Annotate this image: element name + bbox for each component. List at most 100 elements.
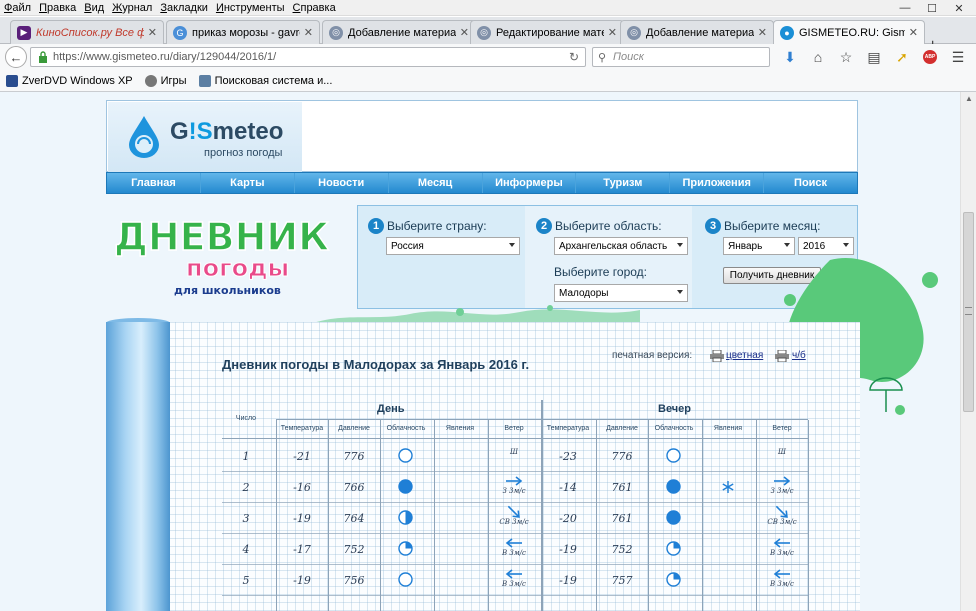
row-date: 4 xyxy=(242,543,250,556)
print-bw-link[interactable]: ч/б xyxy=(792,350,806,361)
search-input[interactable]: ⚲ Поиск xyxy=(592,47,770,67)
nav-news[interactable]: Новости xyxy=(295,173,389,193)
reading-list-icon[interactable]: ▤ xyxy=(862,47,886,67)
print-version-label: печатная версия: xyxy=(612,350,693,361)
search-placeholder: Поиск xyxy=(613,51,644,63)
table-line xyxy=(434,420,435,611)
tab-edit-material[interactable]: ◎ Редактирование матери... ✕ xyxy=(470,20,624,44)
download-icon[interactable]: ⬇ xyxy=(778,47,802,67)
temperature-value: -23 xyxy=(559,450,577,463)
close-tab-icon[interactable]: ✕ xyxy=(304,26,313,39)
pressure-value: 766 xyxy=(343,481,365,494)
bookmark-zverdvd[interactable]: ZverDVD Windows XP xyxy=(6,74,133,87)
close-tab-icon[interactable]: ✕ xyxy=(460,26,469,39)
logo-part: meteo xyxy=(212,118,284,145)
close-icon[interactable]: ✕ xyxy=(946,1,972,15)
menu-file[interactable]: Файл xyxy=(4,2,31,14)
zverdvd-icon xyxy=(6,74,18,87)
table-line xyxy=(648,420,649,611)
temperature-value: -14 xyxy=(559,481,577,494)
home-icon[interactable]: ⌂ xyxy=(806,47,830,67)
snow-icon xyxy=(721,480,736,495)
temperature-value: -19 xyxy=(293,574,311,587)
tab-strip: ▶ КиноСписок.ру Все фил... ✕ G приказ мо… xyxy=(0,17,976,54)
water-drop-icon xyxy=(129,116,159,158)
menu-edit[interactable]: Правка xyxy=(39,2,76,14)
back-button[interactable]: ← xyxy=(5,46,27,68)
step-label: Выберите область: xyxy=(555,219,662,233)
tab-title: КиноСписок.ру Все фил... xyxy=(36,26,144,39)
nav-tourism[interactable]: Туризм xyxy=(576,173,671,193)
bookmark-search-engine[interactable]: Поисковая система и... xyxy=(198,74,332,87)
nav-apps[interactable]: Приложения xyxy=(670,173,765,193)
menu-help[interactable]: Справка xyxy=(293,2,336,14)
wind-value: З 3м/с xyxy=(502,487,526,495)
adblock-icon[interactable]: ABP xyxy=(918,47,942,67)
menu-bookmarks[interactable]: Закладки xyxy=(160,2,208,14)
reload-icon[interactable]: ↻ xyxy=(569,50,579,64)
address-bar[interactable]: https://www.gismeteo.ru/diary/129044/201… xyxy=(30,47,586,67)
page-scrollbar[interactable]: ▲ xyxy=(960,92,976,611)
nav-maps[interactable]: Карты xyxy=(201,173,295,193)
site-header: G!Smeteo прогноз погоды xyxy=(106,100,858,172)
gismeteo-logo[interactable]: G!Smeteo прогноз погоды xyxy=(108,102,302,172)
maximize-icon[interactable]: ☐ xyxy=(919,1,945,15)
country-value: Россия xyxy=(391,240,424,252)
nav-home[interactable]: Главная xyxy=(107,173,201,193)
bookmark-games[interactable]: Игры xyxy=(144,74,187,87)
hamburger-menu-icon[interactable]: ☰ xyxy=(946,47,970,67)
cloudiness-clear-icon xyxy=(398,448,413,463)
bookmark-star-icon[interactable]: ☆ xyxy=(834,47,858,67)
wind-cell: В 3м/с xyxy=(762,568,802,588)
pressure-value: 752 xyxy=(343,543,365,556)
close-tab-icon[interactable]: ✕ xyxy=(608,26,617,39)
weather-diary-logo: ДНЕВНИК погоды для школьников xyxy=(113,214,330,297)
kinospisok-icon: ▶ xyxy=(17,25,31,40)
column-header-4: Ветер xyxy=(504,425,524,432)
temperature-value: -21 xyxy=(293,450,311,463)
menu-history[interactable]: Журнал xyxy=(112,2,152,14)
cursor-extension-icon[interactable]: ➚ xyxy=(890,47,914,67)
menu-tools[interactable]: Инструменты xyxy=(216,2,285,14)
step-country: 1 Выберите страну: xyxy=(368,218,487,234)
minimize-icon[interactable]: — xyxy=(892,1,918,15)
column-header-0: Температура xyxy=(546,425,590,432)
country-select[interactable]: Россия xyxy=(386,237,520,255)
tab-title: Добавление материала ... xyxy=(646,26,754,39)
nav-informers[interactable]: Информеры xyxy=(483,173,577,193)
lock-icon xyxy=(39,51,47,63)
row-date: 1 xyxy=(242,450,250,463)
close-tab-icon[interactable]: ✕ xyxy=(758,26,767,39)
dropdown-arrow-icon xyxy=(509,243,515,247)
window-controls: — ☐ ✕ xyxy=(891,1,972,15)
close-tab-icon[interactable]: ✕ xyxy=(148,26,157,39)
column-header-1: Давление xyxy=(338,425,370,432)
tab-add-material-1[interactable]: ◎ Добавление материала ... ✕ xyxy=(322,20,476,44)
table-line xyxy=(222,471,808,472)
row-date: 2 xyxy=(242,481,250,494)
menu-view[interactable]: Вид xyxy=(84,2,104,14)
wind-value: Ш xyxy=(778,448,786,456)
tab-prikaz[interactable]: G приказ морозы - gavros... ✕ xyxy=(166,20,320,44)
nav-search[interactable]: Поиск xyxy=(764,173,857,193)
tab-add-material-2[interactable]: ◎ Добавление материала ... ✕ xyxy=(620,20,774,44)
table-line xyxy=(756,420,757,611)
print-color-link[interactable]: цветная xyxy=(726,350,763,361)
tab-gismeteo[interactable]: ● GISMETEO.RU: Gismeteo... ✕ xyxy=(773,20,925,44)
step-number: 2 xyxy=(536,218,552,234)
nav-month[interactable]: Месяц xyxy=(389,173,483,193)
cloudiness-clear-icon xyxy=(398,572,413,587)
region-select[interactable]: Архангельская область xyxy=(554,237,688,255)
table-line xyxy=(542,419,808,420)
scrollbar-grip-icon xyxy=(965,307,972,315)
pressure-value: 761 xyxy=(611,481,633,494)
column-header-2: Облачность xyxy=(654,425,694,432)
bookmarks-bar: ZverDVD Windows XP Игры Поисковая систем… xyxy=(0,70,976,92)
step-label: Выберите страну: xyxy=(387,219,487,233)
column-header-2: Облачность xyxy=(386,425,426,432)
scroll-up-icon[interactable]: ▲ xyxy=(965,94,973,103)
dropdown-arrow-icon xyxy=(677,243,683,247)
close-tab-icon[interactable]: ✕ xyxy=(909,26,918,39)
pressure-value: 757 xyxy=(611,574,633,587)
tab-kinospisok[interactable]: ▶ КиноСписок.ру Все фил... ✕ xyxy=(10,20,164,44)
